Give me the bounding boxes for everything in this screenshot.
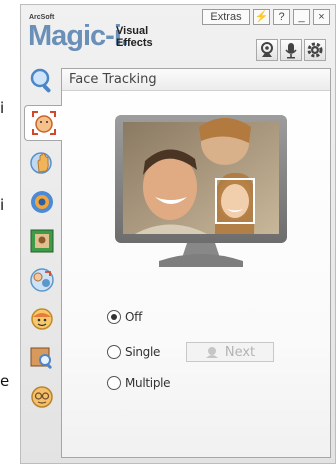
radio-single[interactable]	[107, 345, 121, 359]
tab-photo-search[interactable]	[25, 342, 59, 374]
picture-frame-icon	[30, 229, 54, 253]
gear-icon	[307, 42, 323, 58]
tab-face-mask[interactable]	[25, 381, 59, 413]
option-single-label: Single	[125, 345, 161, 359]
next-button[interactable]: Next	[186, 342, 274, 362]
flash-button[interactable]: ⚡	[253, 9, 270, 25]
webcam-icon	[261, 42, 273, 57]
face-next-icon	[205, 347, 218, 358]
app-subtitle-line: Visual	[116, 25, 149, 37]
option-multiple[interactable]: Multiple	[107, 376, 171, 390]
tab-face-tracking[interactable]	[24, 105, 62, 141]
help-button[interactable]: ?	[273, 9, 290, 25]
next-label: Next	[224, 344, 256, 360]
extras-button[interactable]: Extras	[202, 9, 250, 25]
side-glyph: i	[0, 99, 5, 117]
option-multiple-label: Multiple	[125, 376, 171, 390]
tab-hands[interactable]	[25, 147, 59, 179]
tab-lens[interactable]	[25, 186, 59, 218]
monitor-preview-illustration	[115, 115, 287, 267]
app-subtitle: Visual Effects	[116, 25, 153, 49]
settings-button[interactable]	[304, 39, 326, 61]
avatar-swap-icon	[30, 268, 54, 292]
webcam-button[interactable]	[256, 39, 278, 61]
tab-emotion[interactable]	[25, 303, 59, 335]
minimize-button[interactable]: _	[293, 9, 310, 25]
option-off-label: Off	[125, 310, 142, 324]
waving-hand-icon	[30, 152, 52, 174]
face-frame-icon	[31, 111, 56, 135]
magic-i-window: ArcSoft Magic-i. Visual Effects Extras ⚡…	[20, 4, 336, 464]
tab-frame[interactable]	[25, 225, 59, 257]
microphone-icon	[285, 43, 297, 59]
side-glyph: i	[0, 196, 5, 214]
panel-title: Face Tracking	[62, 69, 330, 91]
radio-off[interactable]	[107, 310, 121, 324]
face-emotion-icon	[31, 308, 53, 330]
photo-magnifier-icon	[30, 347, 52, 369]
mask-face-icon	[31, 386, 53, 408]
face-tracking-panel: Face Tracking Off Single Multiple Next	[61, 68, 331, 458]
magnifier-icon	[30, 68, 51, 93]
microphone-button[interactable]	[280, 39, 302, 61]
radio-selected-dot	[111, 314, 117, 320]
app-logo: Magic-i.	[28, 20, 129, 52]
side-glyph: e	[0, 372, 10, 390]
app-subtitle-line: Effects	[116, 37, 153, 49]
tab-zoom[interactable]	[25, 64, 59, 96]
option-off[interactable]: Off	[107, 310, 142, 324]
tab-avatar-swap[interactable]	[25, 264, 59, 296]
radio-multiple[interactable]	[107, 376, 121, 390]
close-button[interactable]: ×	[313, 9, 330, 25]
option-single[interactable]: Single	[107, 345, 160, 359]
lens-icon	[31, 191, 53, 213]
